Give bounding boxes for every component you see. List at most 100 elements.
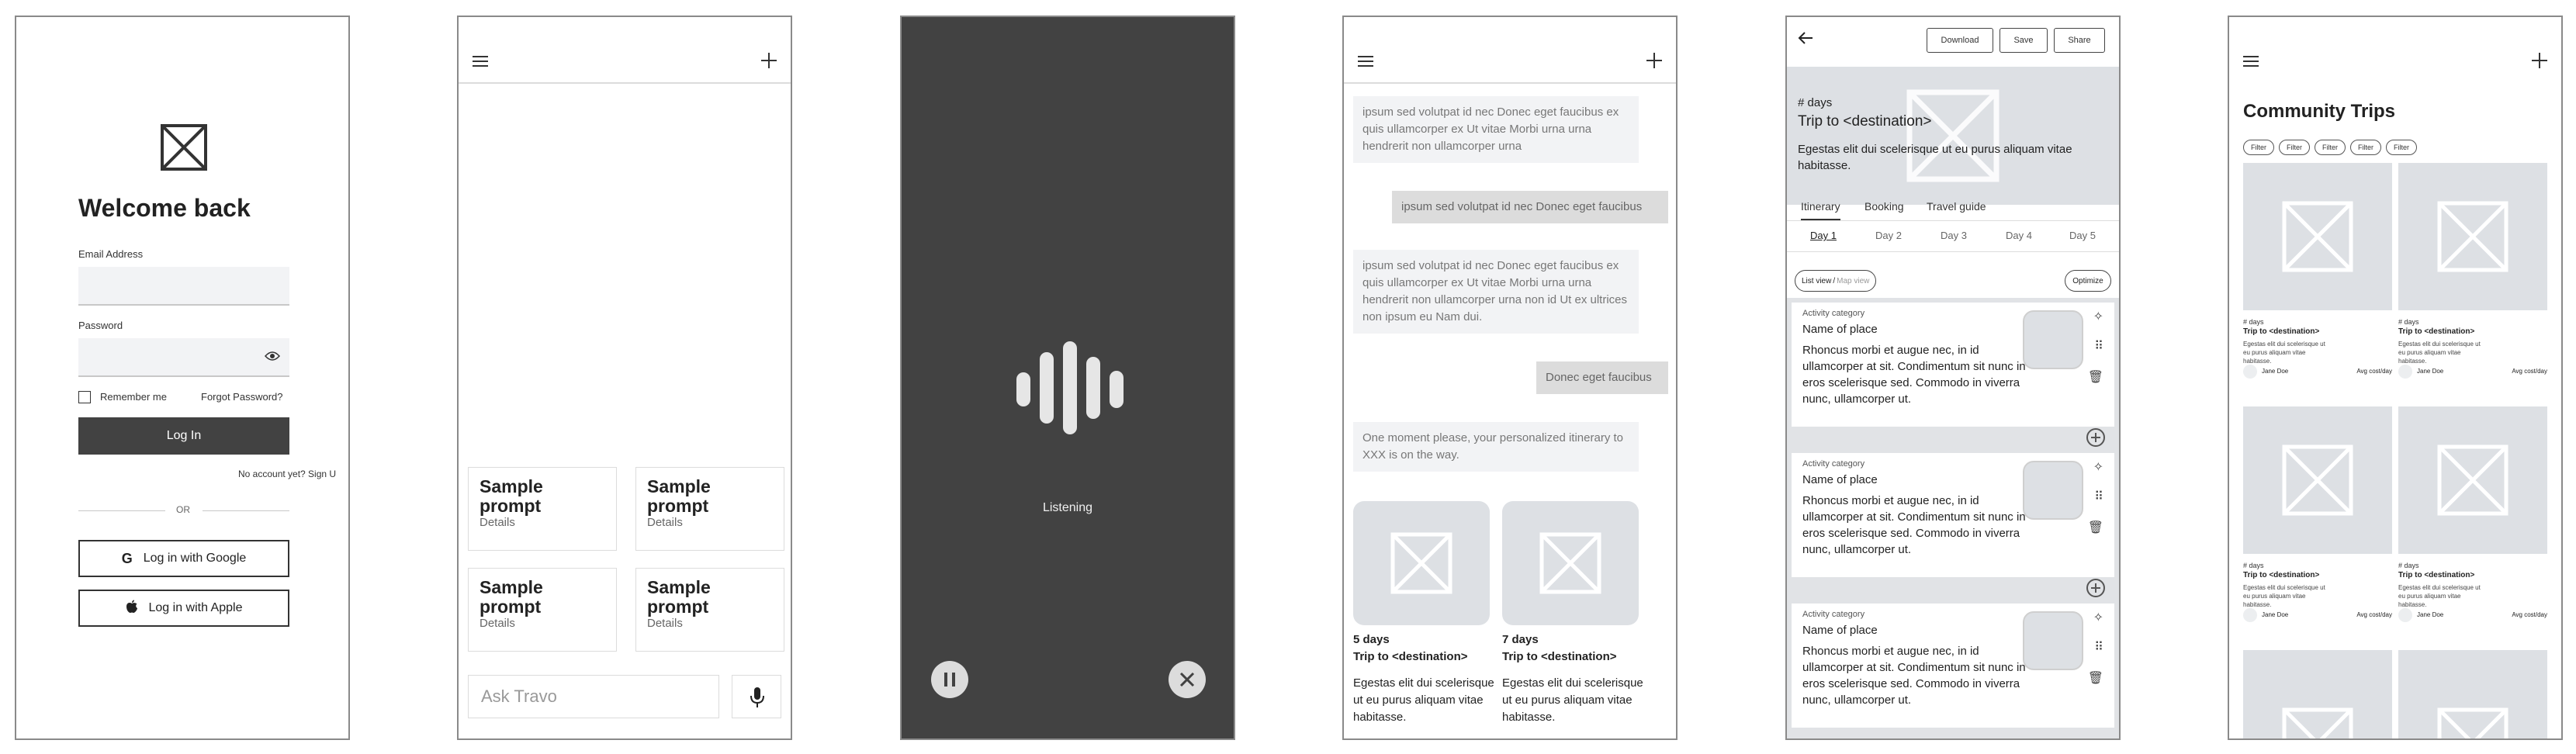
prompt-card[interactable]: Sample prompt Details [468, 467, 617, 551]
activity-description: Rhoncus morbi et augue nec, in id ullamc… [1802, 344, 2026, 406]
filter-chip[interactable]: Filter [2243, 140, 2274, 155]
prompt-card[interactable]: Sample prompt Details [468, 568, 617, 652]
hero-image-placeholder [1787, 67, 2119, 205]
trash-icon[interactable]: 🗑 [2088, 520, 2103, 535]
trip-title: Trip to <destination> [2398, 571, 2475, 579]
drag-handle-icon[interactable]: ⠿ [2094, 338, 2103, 354]
optimize-button[interactable]: Optimize [2065, 270, 2111, 292]
add-activity-icon[interactable] [2086, 428, 2105, 447]
day-tab-5[interactable]: Day 5 [2069, 230, 2096, 241]
trip-image-placeholder[interactable] [2243, 650, 2392, 738]
filter-chip[interactable]: Filter [2350, 140, 2381, 155]
trip-image-placeholder [2398, 406, 2547, 554]
sparkle-icon[interactable]: ✧ [2093, 309, 2103, 324]
trip-description: Egestas elit dui scelerisque ut eu purus… [2398, 584, 2481, 608]
remember-me-checkbox[interactable] [78, 391, 91, 403]
close-button[interactable] [1169, 661, 1206, 698]
day-tab-2[interactable]: Day 2 [1875, 230, 1902, 241]
google-login-button[interactable]: G Log in with Google [78, 540, 289, 577]
pause-button[interactable] [931, 661, 968, 698]
prompt-details: Details [647, 516, 683, 529]
prompt-details: Details [480, 617, 515, 630]
tabs-divider [1787, 220, 2119, 221]
trip-days: # days [2243, 318, 2264, 326]
prompt-title: Sample prompt [647, 577, 711, 617]
add-activity-icon[interactable] [2086, 579, 2105, 597]
trip-image-placeholder [2243, 406, 2392, 554]
email-field[interactable] [78, 267, 289, 306]
itinerary-screen: Download Save Share # days Trip to <dest… [1785, 16, 2121, 740]
list-view-label[interactable]: List view [1802, 277, 1831, 285]
activity-description: Rhoncus morbi et augue nec, in id ullamc… [1802, 494, 2026, 556]
prompt-card[interactable]: Sample prompt Details [635, 467, 784, 551]
activity-card[interactable]: Activity category Name of place Rhoncus … [1792, 604, 2114, 728]
chat-screen: ipsum sed volutpat id nec Donec eget fau… [1342, 16, 1678, 740]
remember-me-label: Remember me [100, 391, 167, 403]
hero-days: # days [1798, 96, 1833, 109]
menu-icon[interactable] [1358, 56, 1373, 67]
view-toggle[interactable]: List view / Map view [1795, 270, 1877, 292]
day-tab-4[interactable]: Day 4 [2006, 230, 2032, 241]
trash-icon[interactable]: 🗑 [2088, 369, 2103, 385]
mic-icon [750, 687, 765, 712]
trip-description: Egestas elit dui scelerisque ut eu purus… [1502, 676, 1643, 724]
avg-cost: Avg cost/day [2356, 368, 2392, 375]
show-password-icon[interactable] [264, 351, 281, 365]
bot-message: ipsum sed volutpat id nec Donec eget fau… [1353, 250, 1639, 334]
forgot-password-link[interactable]: Forgot Password? [201, 391, 283, 403]
filter-chip[interactable]: Filter [2279, 140, 2310, 155]
login-button[interactable]: Log In [78, 417, 289, 455]
menu-icon[interactable] [2243, 56, 2259, 67]
menu-icon[interactable] [473, 56, 488, 67]
filter-chip[interactable]: Filter [2315, 140, 2346, 155]
day-tab-1[interactable]: Day 1 [1810, 230, 1837, 241]
trip-image-placeholder[interactable] [2398, 650, 2547, 738]
tab-travel-guide[interactable]: Travel guide [1927, 200, 1986, 213]
prompt-details: Details [480, 516, 515, 529]
hero-description: Egestas elit dui scelerisque ut eu purus… [1798, 143, 2072, 172]
page-title: Welcome back [78, 194, 251, 222]
sparkle-icon[interactable]: ✧ [2093, 459, 2103, 475]
trash-icon[interactable]: 🗑 [2088, 670, 2103, 686]
new-trip-icon[interactable] [2532, 53, 2547, 68]
save-button[interactable]: Save [2000, 28, 2048, 53]
activity-card[interactable]: Activity category Name of place Rhoncus … [1792, 453, 2114, 577]
ask-input-placeholder: Ask Travo [481, 687, 557, 706]
activity-description: Rhoncus morbi et augue nec, in id ullamc… [1802, 645, 2026, 707]
trip-title: Trip to <destination> [1353, 650, 1468, 663]
page-title: Community Trips [2243, 101, 2396, 122]
apple-icon [126, 600, 138, 617]
signup-link[interactable]: No account yet? Sign U [238, 469, 336, 479]
user-message: Donec eget faucibus [1536, 361, 1668, 394]
tab-itinerary[interactable]: Itinerary [1801, 200, 1840, 221]
home-screen: Sample prompt Details Sample prompt Deta… [457, 16, 792, 740]
share-button[interactable]: Share [2054, 28, 2105, 53]
download-button[interactable]: Download [1927, 28, 1993, 53]
avatar [2243, 365, 2257, 379]
mic-button[interactable] [732, 675, 781, 718]
activity-card[interactable]: Activity category Name of place Rhoncus … [1792, 303, 2114, 427]
community-screen: Community Trips Filter Filter Filter Fil… [2228, 16, 2563, 740]
author-name: Jane Doe [2417, 611, 2444, 618]
email-label: Email Address [78, 248, 144, 260]
back-arrow-icon[interactable] [1798, 31, 1813, 49]
trip-description: Egestas elit dui scelerisque ut eu purus… [1353, 676, 1494, 724]
map-view-label[interactable]: Map view [1837, 277, 1869, 285]
prompt-title: Sample prompt [647, 476, 711, 516]
filter-chip[interactable]: Filter [2386, 140, 2417, 155]
apple-login-button[interactable]: Log in with Apple [78, 590, 289, 627]
or-text: OR [176, 504, 190, 515]
new-chat-icon[interactable] [1646, 53, 1662, 68]
drag-handle-icon[interactable]: ⠿ [2094, 489, 2103, 504]
sparkle-icon[interactable]: ✧ [2093, 610, 2103, 625]
author-name: Jane Doe [2262, 611, 2289, 618]
prompt-card[interactable]: Sample prompt Details [635, 568, 784, 652]
day-tab-3[interactable]: Day 3 [1941, 230, 1967, 241]
drag-handle-icon[interactable]: ⠿ [2094, 639, 2103, 655]
google-login-label: Log in with Google [143, 552, 247, 565]
new-chat-icon[interactable] [761, 53, 777, 68]
tab-booking[interactable]: Booking [1864, 200, 1904, 213]
trip-image-placeholder [1353, 501, 1490, 625]
password-field[interactable] [78, 338, 289, 377]
ask-input[interactable]: Ask Travo [468, 675, 719, 718]
